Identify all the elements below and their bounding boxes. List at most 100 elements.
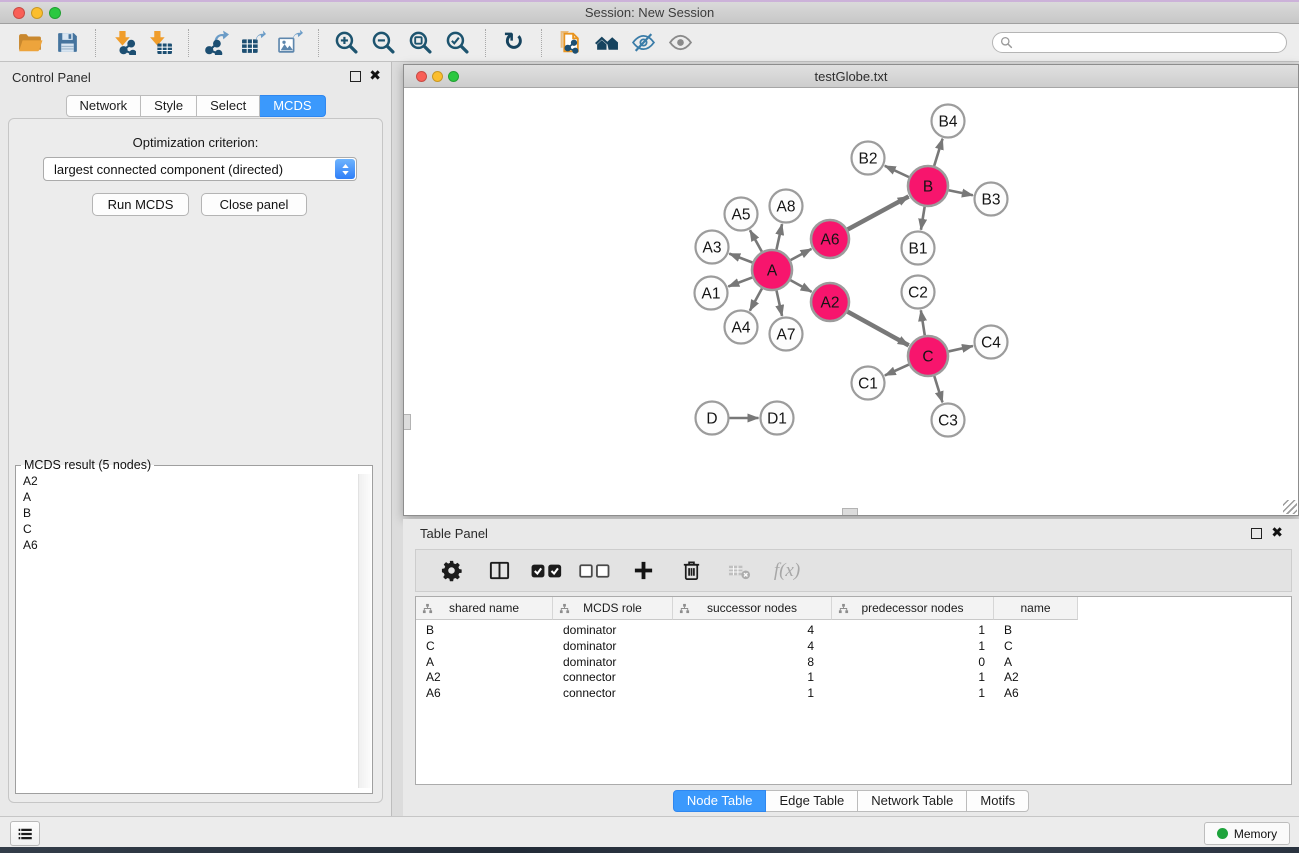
table-row[interactable]: Adominator80A — [416, 654, 1078, 670]
edge-A-A4[interactable] — [750, 288, 762, 310]
table-cell[interactable]: connector — [553, 685, 673, 701]
table-cell[interactable]: dominator — [553, 638, 673, 654]
export-table-button[interactable] — [235, 27, 272, 59]
edge-A-A1[interactable] — [728, 277, 752, 286]
table-cell[interactable]: B — [994, 622, 1078, 638]
edge-A-A2[interactable] — [790, 280, 811, 292]
node-C2[interactable]: C2 — [902, 276, 935, 309]
tab-style[interactable]: Style — [141, 95, 197, 117]
node-C3[interactable]: C3 — [932, 404, 965, 437]
edge-C-C2[interactable] — [921, 310, 925, 335]
node-A3[interactable]: A3 — [696, 231, 729, 264]
tab-node-table[interactable]: Node Table — [673, 790, 767, 812]
tab-motifs[interactable]: Motifs — [967, 790, 1029, 812]
table-cell[interactable]: C — [416, 638, 553, 654]
table-cell[interactable]: A — [994, 654, 1078, 670]
table-cell[interactable]: 4 — [673, 622, 832, 638]
memory-button[interactable]: Memory — [1204, 822, 1290, 845]
import-table-button[interactable] — [142, 27, 179, 59]
node-C4[interactable]: C4 — [975, 326, 1008, 359]
table-cell[interactable]: C — [994, 638, 1078, 654]
edge-B-B1[interactable] — [921, 207, 925, 230]
table-float-panel-icon[interactable] — [1251, 528, 1262, 539]
table-row[interactable]: A2connector11A2 — [416, 669, 1078, 685]
edge-A-A8[interactable] — [776, 224, 782, 249]
run-mcds-button[interactable]: Run MCDS — [92, 193, 189, 216]
table-cell[interactable]: A2 — [416, 669, 553, 685]
table-cell[interactable]: 0 — [832, 654, 994, 670]
edge-A-A7[interactable] — [776, 291, 782, 316]
node-A[interactable]: A — [752, 250, 792, 290]
split-view-button[interactable] — [482, 554, 516, 588]
close-panel-icon[interactable]: ✖ — [369, 67, 381, 84]
table-cell[interactable]: 1 — [673, 669, 832, 685]
edge-A-A3[interactable] — [729, 254, 752, 263]
column-header-MCDS-role[interactable]: MCDS role — [553, 597, 673, 620]
mcds-result-item[interactable]: B — [17, 505, 357, 521]
network-graph[interactable]: B4B2BB3A8A5A6A3B1AA1C2A2A4A7C4CC1C3DD1 — [404, 88, 1298, 515]
table-cell[interactable]: A6 — [994, 685, 1078, 701]
node-B[interactable]: B — [908, 166, 948, 206]
delete-columns-button[interactable] — [674, 554, 708, 588]
network-from-selection-button[interactable] — [551, 27, 588, 59]
table-cell[interactable]: dominator — [553, 654, 673, 670]
mcds-result-item[interactable]: C — [17, 521, 357, 537]
node-A1[interactable]: A1 — [695, 277, 728, 310]
table-cell[interactable]: 1 — [832, 622, 994, 638]
edge-B-B2[interactable] — [885, 166, 909, 177]
table-cell[interactable]: 1 — [832, 685, 994, 701]
node-A2[interactable]: A2 — [811, 283, 849, 321]
canvas-bottom-handle[interactable] — [842, 508, 858, 515]
network-canvas[interactable]: B4B2BB3A8A5A6A3B1AA1C2A2A4A7C4CC1C3DD1 — [404, 88, 1298, 515]
zoom-in-button[interactable] — [328, 27, 365, 59]
open-session-button[interactable] — [12, 27, 49, 59]
close-panel-button[interactable]: Close panel — [201, 193, 307, 216]
tab-edge-table[interactable]: Edge Table — [766, 790, 858, 812]
table-cell[interactable]: connector — [553, 669, 673, 685]
zoom-out-button[interactable] — [365, 27, 402, 59]
edge-A2-C[interactable] — [848, 312, 909, 346]
column-header-name[interactable]: name — [994, 597, 1078, 620]
mcds-result-item[interactable]: A6 — [17, 537, 357, 553]
edge-B-B4[interactable] — [934, 139, 942, 166]
table-cell[interactable]: A6 — [416, 685, 553, 701]
canvas-left-handle[interactable] — [404, 414, 411, 430]
table-cell[interactable]: 4 — [673, 638, 832, 654]
zoom-fit-button[interactable] — [402, 27, 439, 59]
show-all-button[interactable] — [662, 27, 699, 59]
deselect-all-button[interactable] — [578, 554, 612, 588]
first-neighbors-button[interactable] — [588, 27, 625, 59]
edge-C-C4[interactable] — [948, 346, 972, 351]
table-row[interactable]: A6connector11A6 — [416, 685, 1078, 701]
edge-C-C3[interactable] — [934, 376, 942, 402]
refresh-button[interactable]: ↻ — [495, 27, 532, 59]
window-resize-grip[interactable] — [1283, 500, 1297, 514]
node-B4[interactable]: B4 — [932, 105, 965, 138]
tab-select[interactable]: Select — [197, 95, 260, 117]
table-row[interactable]: Bdominator41B — [416, 622, 1078, 638]
save-session-button[interactable] — [49, 27, 86, 59]
float-panel-icon[interactable] — [350, 71, 361, 82]
node-B3[interactable]: B3 — [975, 183, 1008, 216]
edge-A6-B[interactable] — [848, 196, 909, 229]
tab-network-table[interactable]: Network Table — [858, 790, 967, 812]
search-input[interactable] — [1013, 34, 1286, 51]
table-cell[interactable]: 1 — [673, 685, 832, 701]
import-network-button[interactable] — [105, 27, 142, 59]
mcds-result-item[interactable]: A2 — [17, 473, 357, 489]
optimization-select[interactable]: largest connected component (directed) — [43, 157, 357, 181]
export-network-button[interactable] — [198, 27, 235, 59]
table-cell[interactable]: 1 — [832, 669, 994, 685]
table-close-panel-icon[interactable]: ✖ — [1271, 524, 1283, 541]
add-column-button[interactable] — [626, 554, 660, 588]
export-image-button[interactable] — [272, 27, 309, 59]
node-B1[interactable]: B1 — [902, 232, 935, 265]
column-header-shared-name[interactable]: shared name — [416, 597, 553, 620]
table-cell[interactable]: B — [416, 622, 553, 638]
table-cell[interactable]: A — [416, 654, 553, 670]
node-D1[interactable]: D1 — [761, 402, 794, 435]
node-B2[interactable]: B2 — [852, 142, 885, 175]
settings-button[interactable] — [434, 554, 468, 588]
tab-mcds[interactable]: MCDS — [260, 95, 325, 117]
search-field[interactable] — [992, 32, 1287, 53]
